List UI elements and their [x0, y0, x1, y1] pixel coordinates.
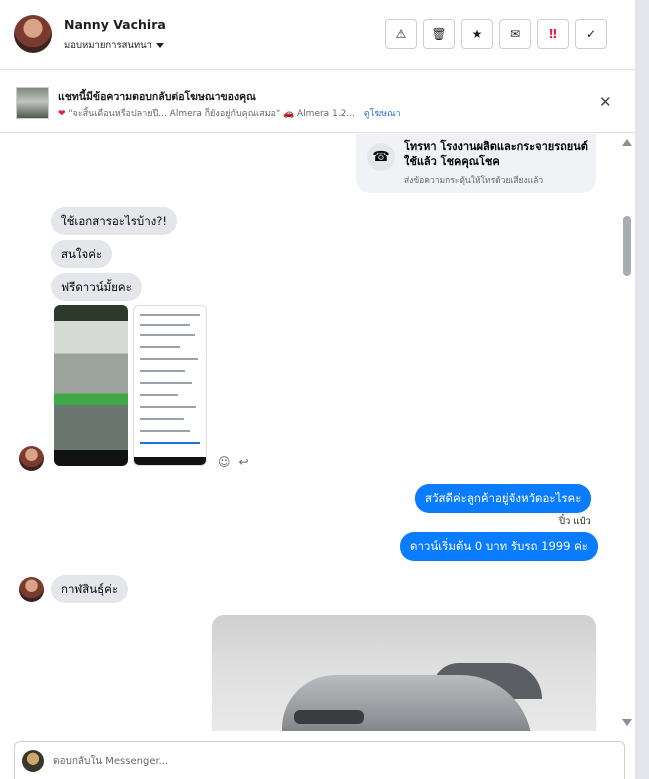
scroll-up-arrow-icon[interactable]: [622, 139, 632, 146]
trash-icon: 🗑: [431, 27, 447, 41]
seen-by-label: ปิ๋ว แป๋ว: [559, 516, 591, 527]
window-edge: [635, 0, 649, 779]
react-smiley-icon[interactable]: ☺: [218, 455, 231, 469]
contact-name[interactable]: Nanny Vachira: [64, 17, 166, 32]
conversation-header: Nanny Vachira มอบหมายการสนทนา ⚠ 🗑 ★ ✉ ‼ …: [0, 0, 635, 70]
heart-icon: ❤: [58, 109, 66, 119]
message-incoming[interactable]: กาฬสินธุ์ค่ะ: [51, 575, 129, 603]
ad-reply-banner: แชทนี้มีข้อความตอบกลับต่อโฆษณาของคุณ ❤ "…: [0, 71, 635, 133]
ad-thumbnail: [16, 87, 49, 119]
star-button[interactable]: ★: [461, 19, 493, 49]
mark-done-button[interactable]: ✓: [575, 19, 607, 49]
chevron-down-icon: [156, 43, 164, 48]
header-actions: ⚠ 🗑 ★ ✉ ‼ ✓: [385, 19, 607, 49]
ad-banner-title: แชทนี้มีข้อความตอบกลับต่อโฆษณาของคุณ: [58, 91, 256, 103]
message-outgoing[interactable]: สวัสดีค่ะลูกค้าอยู่จังหวัดอะไรคะ: [415, 484, 592, 513]
message-tools: ☺ ↩: [218, 455, 249, 469]
message-outgoing[interactable]: ดาวน์เริ่มต้น 0 บาท รับรถ 1999 ค่ะ: [400, 532, 598, 561]
scrollbar-thumb[interactable]: [623, 216, 631, 276]
done-icon: ✓: [585, 27, 597, 41]
view-ad-link[interactable]: ดูโฆษณา: [364, 109, 401, 119]
mark-unread-button[interactable]: ✉: [499, 19, 531, 49]
reply-icon[interactable]: ↩: [239, 455, 249, 469]
scroll-down-arrow-icon[interactable]: [622, 719, 632, 726]
close-icon[interactable]: ✕: [599, 93, 612, 111]
message-incoming[interactable]: ใช้เอกสารอะไรบ้าง?!: [51, 207, 178, 235]
avatar[interactable]: [19, 577, 44, 602]
page-avatar: [22, 750, 44, 772]
image-attachment[interactable]: [133, 305, 207, 466]
ad-banner-text: "จะสิ้นเดือนหรือปลายปี... Almera ก็ยังอย…: [68, 109, 355, 119]
report-button[interactable]: ⚠: [385, 19, 417, 49]
message-incoming[interactable]: สนใจค่ะ: [51, 240, 113, 268]
phone-icon: ☎: [367, 143, 395, 171]
image-attachment[interactable]: [54, 305, 128, 466]
avatar[interactable]: [19, 446, 44, 471]
mark-unread-icon: ✉: [509, 27, 521, 41]
assign-label: มอบหมายการสนทนา: [64, 40, 152, 51]
call-prompt-card[interactable]: ☎ โทรหา โรงงานผลิตและกระจายรถยนต์ใช้แล้ว…: [356, 134, 596, 193]
reply-composer: [14, 741, 625, 779]
delete-button[interactable]: 🗑: [423, 19, 455, 49]
call-card-subtitle: ส่งข้อความกระตุ้นให้โทรด้วยเสียงแล้ว: [404, 176, 544, 186]
reply-input[interactable]: [53, 749, 593, 773]
conversation-panel: Nanny Vachira มอบหมายการสนทนา ⚠ 🗑 ★ ✉ ‼ …: [0, 0, 635, 779]
call-card-title: โทรหา โรงงานผลิตและกระจายรถยนต์ใช้แล้ว โ…: [404, 140, 588, 168]
assign-conversation-dropdown[interactable]: มอบหมายการสนทนา: [64, 38, 164, 53]
car-photo-attachment[interactable]: [212, 615, 596, 731]
spam-button[interactable]: ‼: [537, 19, 569, 49]
spam-icon: ‼: [549, 27, 557, 41]
ad-banner-subtitle: ❤ "จะสิ้นเดือนหรือปลายปี... Almera ก็ยัง…: [58, 106, 401, 120]
message-incoming[interactable]: ฟรีดาวน์มั้ยคะ: [51, 273, 142, 301]
report-icon: ⚠: [395, 27, 407, 41]
avatar[interactable]: [14, 15, 52, 53]
star-icon: ★: [471, 27, 483, 41]
